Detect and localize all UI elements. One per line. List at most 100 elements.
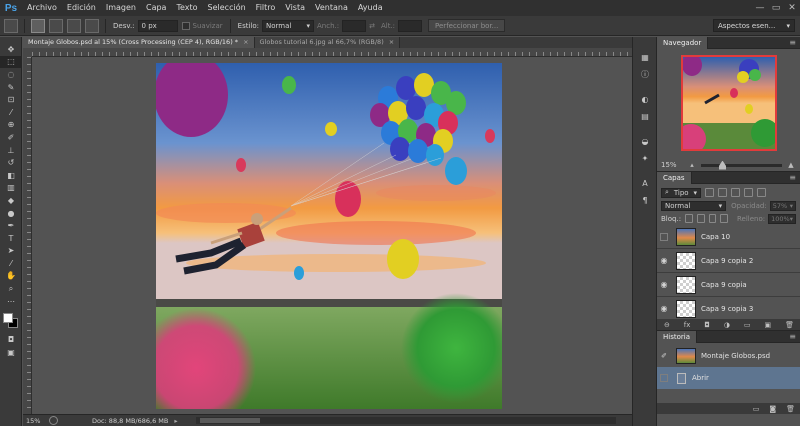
menu-ayuda[interactable]: Ayuda	[353, 0, 388, 16]
menu-edicion[interactable]: Edición	[62, 0, 101, 16]
tab-layers[interactable]: Capas	[657, 171, 692, 184]
shape-filter-icon[interactable]	[744, 188, 753, 197]
brush-tool-icon[interactable]: ✐	[0, 131, 22, 144]
screen-mode-icon[interactable]: ▣	[0, 346, 22, 359]
eye-icon[interactable]: ◉	[657, 256, 671, 265]
eye-icon[interactable]: ◉	[657, 280, 671, 289]
gradient-tool-icon[interactable]: ▥	[0, 182, 22, 195]
swatches-icon[interactable]: ▤	[633, 108, 657, 125]
blur-tool-icon[interactable]: ◆	[0, 194, 22, 207]
fx-icon[interactable]: fx	[684, 321, 691, 329]
feather-input[interactable]: 0 px	[137, 19, 178, 32]
add-selection-icon[interactable]	[49, 18, 63, 33]
swap-icon[interactable]: ⇄	[369, 22, 375, 30]
slider-knob[interactable]	[719, 160, 726, 170]
hand-tool-icon[interactable]: ✋	[0, 270, 22, 283]
trash-icon[interactable]: 🗑	[786, 405, 795, 413]
workspace-select[interactable]: Aspectos esen... ▾	[713, 19, 795, 32]
menu-ventana[interactable]: Ventana	[310, 0, 353, 16]
panel-menu-icon[interactable]: ≡	[789, 38, 796, 47]
crop-tool-icon[interactable]: ⊡	[0, 93, 22, 106]
layer-item[interactable]: ◉ Capa 9 copia 3	[657, 297, 800, 321]
pen-tool-icon[interactable]: ✒	[0, 219, 22, 232]
type-filter-icon[interactable]	[731, 188, 740, 197]
marquee-tool-icon[interactable]: ⬚	[0, 55, 22, 69]
move-tool-icon[interactable]: ✥	[0, 43, 22, 56]
blend-mode-select[interactable]: Normal ▾	[661, 200, 727, 211]
tab-history[interactable]: Historia	[657, 330, 697, 343]
menu-seleccion[interactable]: Selección	[203, 0, 251, 16]
horizontal-scrollbar[interactable]	[195, 417, 616, 424]
quick-select-tool-icon[interactable]: ✎	[0, 81, 22, 94]
color-icon[interactable]: ◐	[633, 91, 657, 108]
lock-transparency-icon[interactable]	[685, 214, 693, 223]
maximize-button[interactable]: ▭	[768, 0, 784, 16]
eyedropper-tool-icon[interactable]: ⁄	[0, 106, 22, 119]
canvas-area[interactable]	[32, 57, 632, 414]
intersect-selection-icon[interactable]	[85, 18, 99, 33]
fill-input[interactable]: 100% ▾	[768, 213, 796, 224]
adjustment-layer-icon[interactable]: ◑	[724, 321, 730, 329]
history-item[interactable]: Abrir	[657, 367, 800, 389]
panel-menu-icon[interactable]: ≡	[789, 173, 796, 182]
layer-item[interactable]: ◉ Capa 9 copia	[657, 273, 800, 297]
line-tool-icon[interactable]: ⁄	[0, 257, 22, 270]
width-input[interactable]	[342, 19, 367, 32]
close-icon[interactable]: ×	[389, 37, 394, 48]
tab-globos-tutorial[interactable]: Globos tutorial 6.jpg al 66,7% (RGB/8) ×	[254, 37, 401, 48]
link-layers-icon[interactable]: ⊖	[664, 321, 670, 329]
menu-texto[interactable]: Texto	[171, 0, 202, 16]
camera-icon[interactable]: ◙	[769, 405, 776, 413]
visibility-toggle-empty[interactable]	[660, 232, 668, 241]
scrollbar-thumb[interactable]	[199, 418, 260, 423]
layer-kind-select[interactable]: ⌕ Tipo ▾	[661, 187, 701, 198]
horizontal-ruler[interactable]	[32, 48, 632, 57]
pixel-filter-icon[interactable]	[705, 188, 714, 197]
smart-object-filter-icon[interactable]	[757, 188, 766, 197]
status-info-icon[interactable]	[49, 416, 58, 425]
history-brush-icon[interactable]: ✐	[657, 352, 671, 360]
zoom-tool-icon[interactable]: ⌕	[0, 282, 22, 295]
lasso-tool-icon[interactable]: ◌	[0, 68, 22, 81]
menu-filtro[interactable]: Filtro	[251, 0, 281, 16]
paragraph-icon[interactable]: ¶	[633, 192, 657, 209]
opacity-input[interactable]: 57% ▾	[769, 200, 796, 211]
navigator-preview[interactable]	[680, 55, 777, 151]
tab-montaje-globos[interactable]: Montaje Globos.psd al 15% (Cross Process…	[23, 37, 255, 48]
refine-edge-button[interactable]: Perfeccionar bor...	[428, 19, 506, 32]
foreground-color[interactable]	[3, 313, 13, 324]
new-layer-icon[interactable]: ▣	[765, 321, 772, 329]
navigator-zoom-slider[interactable]	[701, 160, 782, 170]
lock-pixels-icon[interactable]	[696, 214, 705, 223]
menu-imagen[interactable]: Imagen	[101, 0, 141, 16]
adjustments-icon[interactable]: ◒	[633, 133, 657, 150]
history-state-checkbox[interactable]	[660, 374, 668, 382]
new-group-icon[interactable]: ▭	[744, 321, 751, 329]
layer-item[interactable]: Capa 10	[657, 225, 800, 249]
panel-menu-icon[interactable]: ≡	[789, 332, 796, 341]
new-selection-icon[interactable]	[31, 18, 45, 33]
eye-icon[interactable]: ◉	[657, 304, 671, 313]
vertical-ruler[interactable]	[23, 57, 32, 414]
style-select[interactable]: Normal ▾	[262, 19, 314, 32]
status-menu-arrow-icon[interactable]: ▸	[174, 417, 177, 425]
menu-vista[interactable]: Vista	[280, 0, 310, 16]
add-mask-icon[interactable]: ◘	[704, 321, 710, 329]
tab-navigator[interactable]: Navegador	[657, 36, 709, 49]
quick-mask-icon[interactable]: ◘	[0, 333, 22, 346]
lock-all-icon[interactable]	[720, 214, 728, 223]
clone-stamp-tool-icon[interactable]: ⊥	[0, 144, 22, 157]
close-button[interactable]: ✕	[784, 0, 800, 16]
eraser-tool-icon[interactable]: ◧	[0, 169, 22, 182]
history-brush-tool-icon[interactable]: ↺	[0, 156, 22, 169]
zoom-out-icon[interactable]: ▴	[687, 161, 697, 169]
lock-position-icon[interactable]	[708, 214, 717, 223]
menu-archivo[interactable]: Archivo	[22, 0, 62, 16]
path-select-tool-icon[interactable]: ➤	[0, 245, 22, 258]
character-icon[interactable]: A	[633, 175, 657, 192]
height-input[interactable]	[398, 19, 423, 32]
extra-tool-icon[interactable]: ⋯	[0, 295, 22, 308]
adjustment-filter-icon[interactable]	[718, 188, 727, 197]
subtract-selection-icon[interactable]	[67, 18, 81, 33]
styles-icon[interactable]: ✦	[633, 150, 657, 167]
